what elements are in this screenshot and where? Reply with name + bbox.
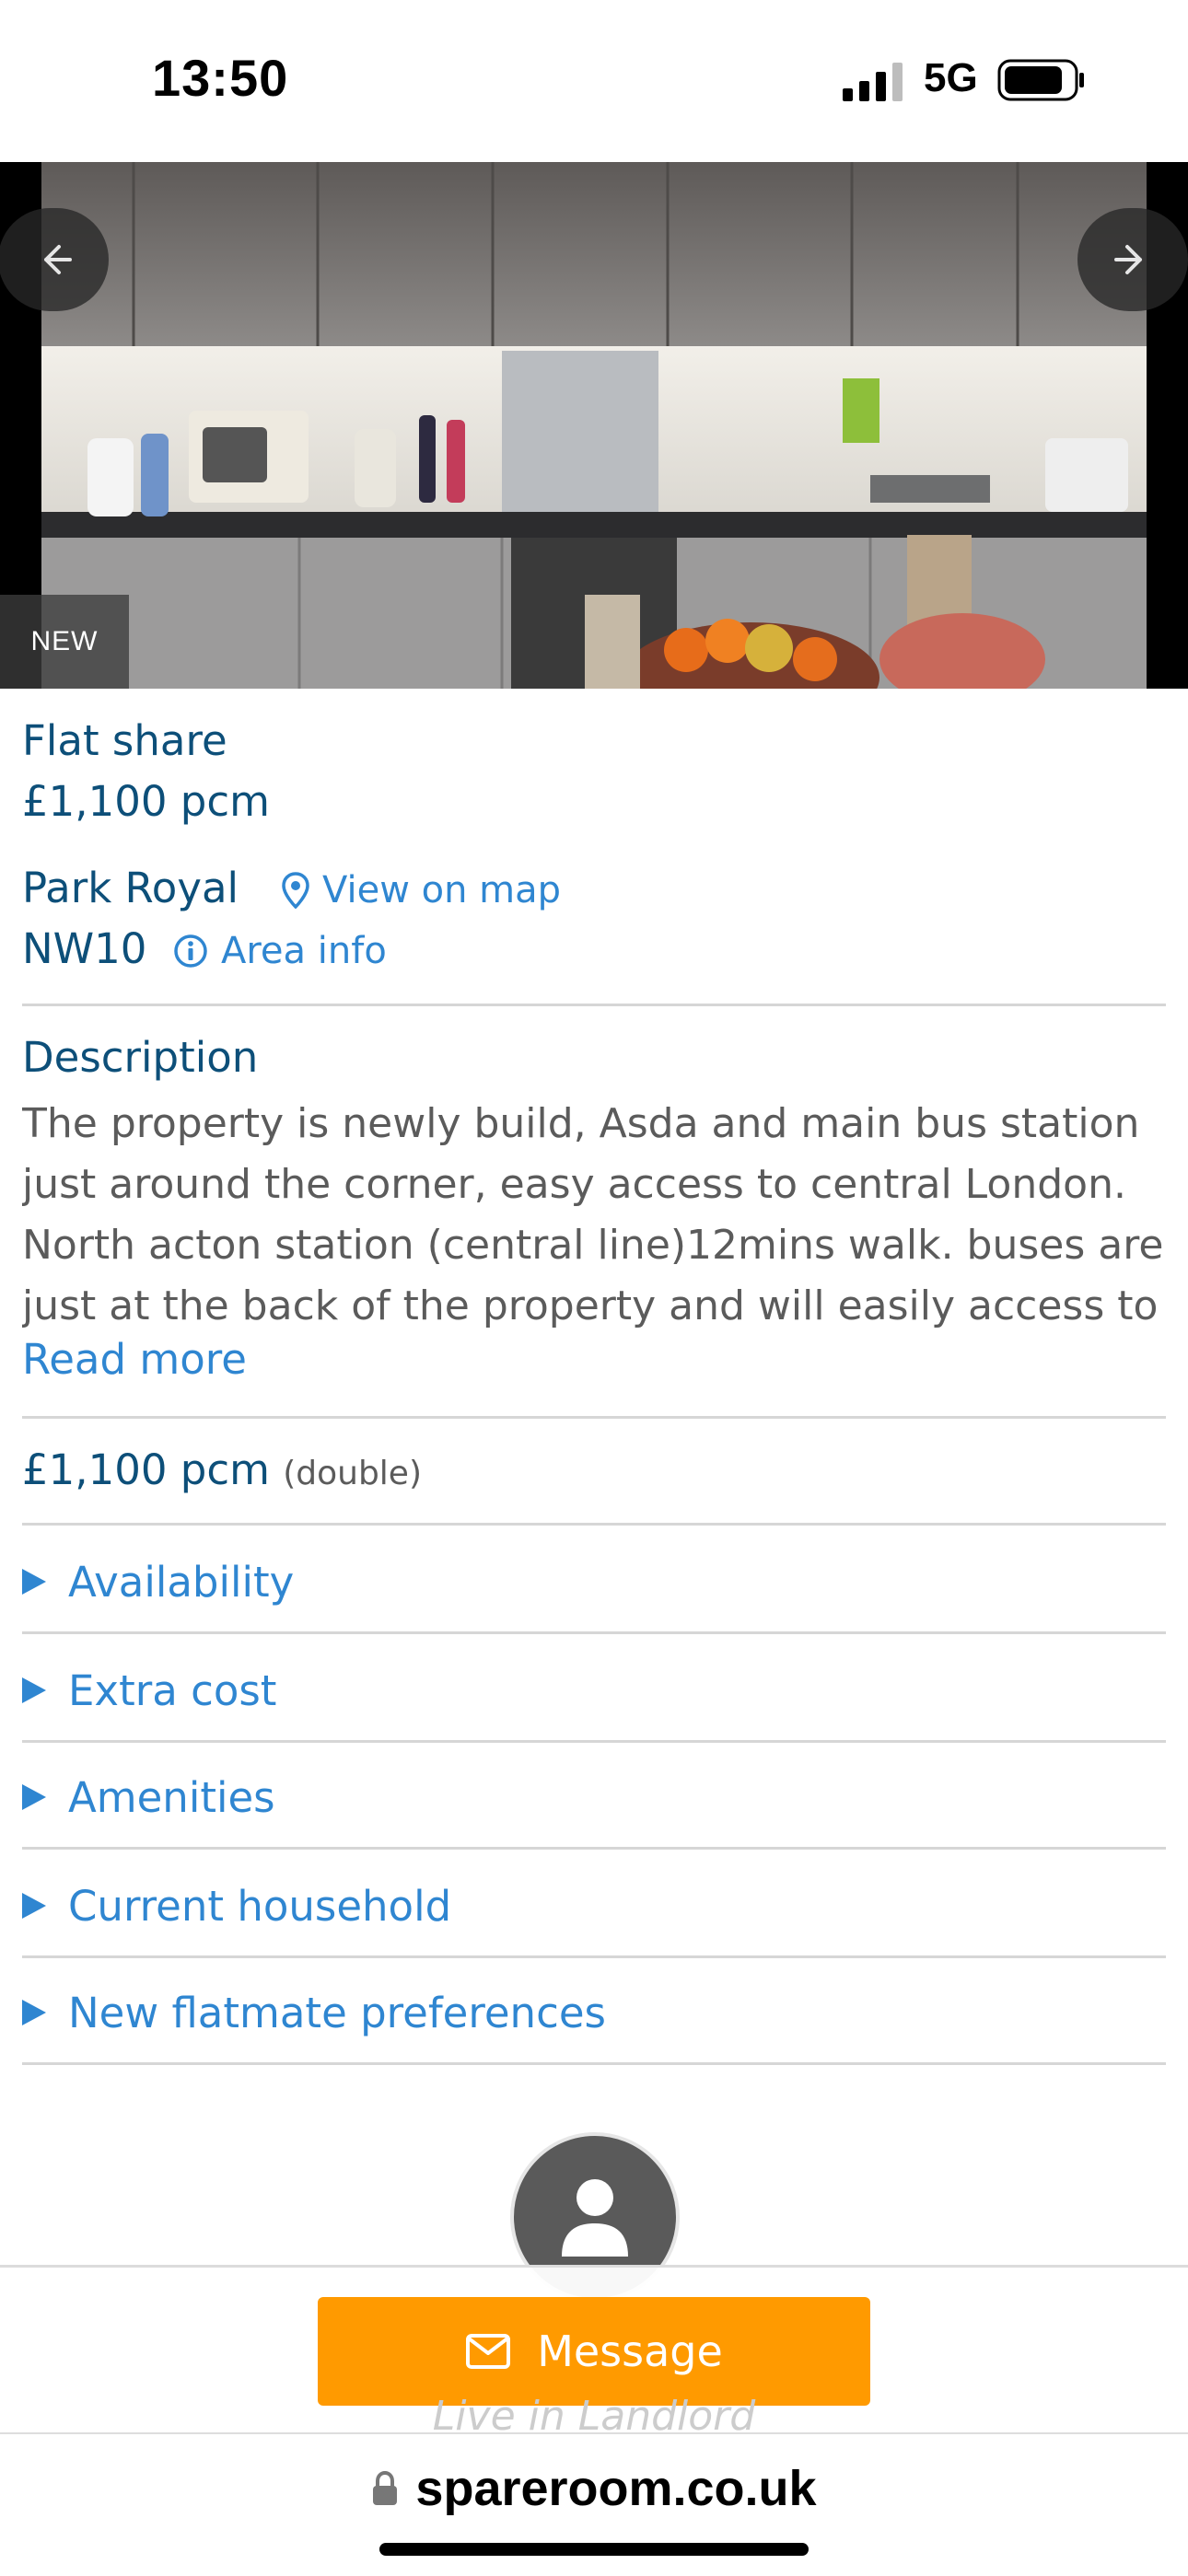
divider [22,1004,1166,1006]
battery-icon [997,59,1084,101]
section-amenities[interactable]: Amenities [22,1744,1166,1851]
cellular-signal-icon [843,63,903,101]
network-type: 5G [924,55,978,100]
read-more-link[interactable]: Read more [22,1335,247,1384]
divider [22,1416,1166,1419]
arrow-right-icon [1114,245,1142,274]
room-price-line: £1,100 pcm (double) [22,1445,422,1494]
room-price: £1,100 pcm [22,1445,270,1494]
area-info-link[interactable]: Area info [173,930,387,972]
expand-triangle-icon [22,1569,46,1595]
listing-photo[interactable] [41,162,1147,689]
section-label: Current household [68,1881,452,1931]
section-label: New flatmate preferences [68,1988,606,2037]
lock-icon [373,2470,398,2505]
contact-bar: Message Live in Landlord [0,2265,1188,2440]
status-time: 13:50 [152,49,289,107]
section-label: Availability [68,1557,295,1607]
status-bar: 13:50 5G [0,0,1188,162]
info-icon [174,934,207,968]
section-availability[interactable]: Availability [22,1528,1166,1635]
listing-price: £1,100 pcm [22,777,270,826]
next-photo-button[interactable] [1077,208,1188,311]
divider [22,1847,1166,1850]
expand-triangle-icon [22,1677,46,1703]
listing-area: Park Royal [22,864,239,912]
url-text: spareroom.co.uk [415,2461,817,2516]
description-title: Description [22,1033,259,1082]
section-current-household[interactable]: Current household [22,1852,1166,1959]
listing-type: Flat share [22,716,227,765]
message-label: Message [537,2327,723,2376]
expand-triangle-icon [22,1893,46,1919]
divider [22,1631,1166,1634]
divider [22,1955,1166,1958]
photo-gallery[interactable]: NEW [0,162,1188,689]
area-info-label: Area info [221,930,387,972]
url-display[interactable]: spareroom.co.uk [0,2460,1188,2517]
divider [22,1523,1166,1526]
expand-triangle-icon [22,2000,46,2025]
new-badge: NEW [0,595,129,689]
message-button[interactable]: Message [318,2297,870,2406]
divider [22,1740,1166,1743]
room-type: (double) [283,1455,423,1492]
section-label: Extra cost [68,1665,277,1715]
map-pin-icon [282,872,309,909]
section-label: Amenities [68,1772,275,1822]
expand-triangle-icon [22,1784,46,1810]
envelope-icon [466,2334,511,2369]
view-on-map-label: View on map [322,869,562,911]
section-new-flatmate-preferences[interactable]: New flatmate preferences [22,1959,1166,2066]
browser-address-bar[interactable]: spareroom.co.uk [0,2432,1188,2576]
user-icon [562,2179,628,2257]
section-extra-cost[interactable]: Extra cost [22,1637,1166,1744]
view-on-map-link[interactable]: View on map [282,869,561,911]
divider [22,2062,1166,2065]
home-indicator[interactable] [379,2543,809,2556]
description-text: The property is newly build, Asda and ma… [22,1100,1164,1329]
previous-photo-button[interactable] [0,208,109,311]
listing-postcode: NW10 [22,924,147,973]
arrow-left-icon [44,245,72,274]
